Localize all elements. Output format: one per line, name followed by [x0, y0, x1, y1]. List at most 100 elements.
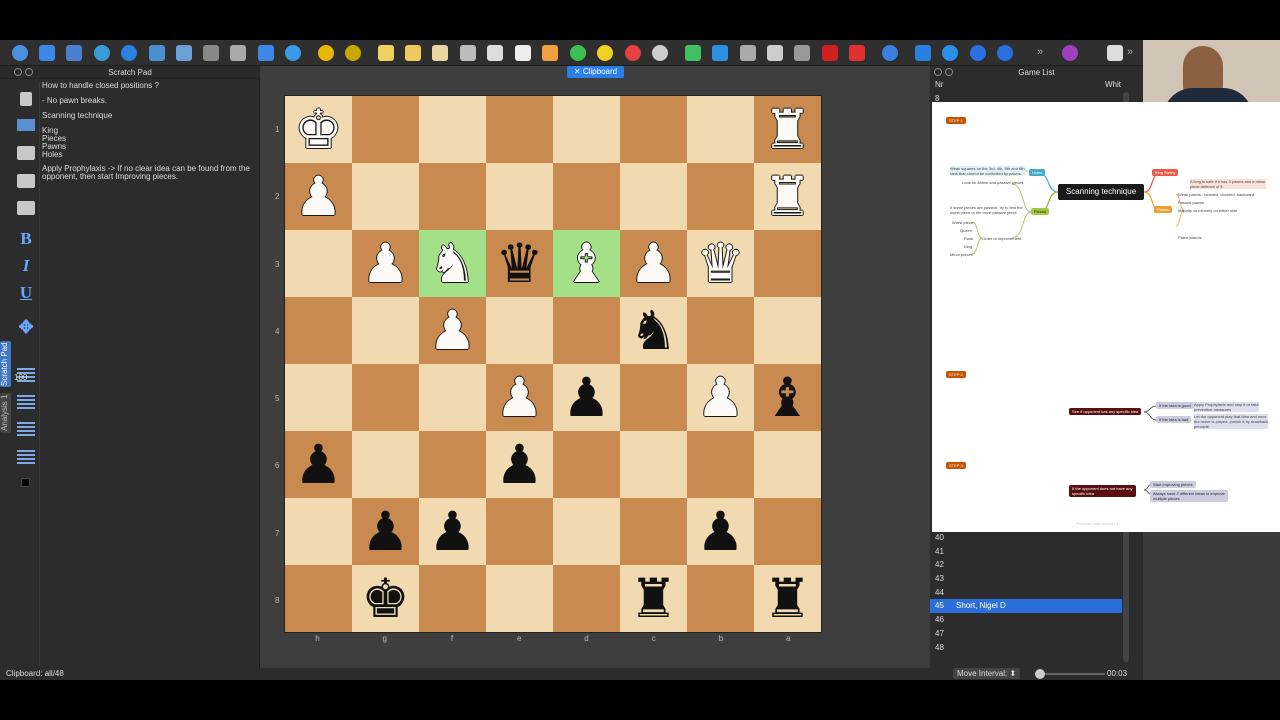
board-square[interactable]: ♟: [352, 498, 419, 565]
folder-icon[interactable]: [258, 45, 274, 61]
board-square[interactable]: [486, 163, 553, 230]
move-interval-select[interactable]: Move Interval: ⬍: [953, 668, 1021, 679]
board-square[interactable]: ♛: [687, 230, 754, 297]
black-knight-piece[interactable]: ♞: [629, 303, 677, 358]
board-square[interactable]: [553, 163, 620, 230]
board-square[interactable]: ♚: [285, 96, 352, 163]
disk-icon[interactable]: [203, 45, 219, 61]
board-square[interactable]: [419, 565, 486, 632]
open-folder-icon[interactable]: [39, 45, 55, 61]
italic-icon[interactable]: I: [17, 257, 35, 274]
pieces-icon[interactable]: [685, 45, 701, 61]
dots-icon[interactable]: [882, 45, 898, 61]
print-icon[interactable]: [17, 174, 35, 188]
print-icon[interactable]: [460, 45, 476, 61]
new-note-icon[interactable]: [378, 45, 394, 61]
tab-analysis-1[interactable]: Analysis 1: [0, 393, 11, 433]
sound-icon[interactable]: [942, 45, 958, 61]
underline-icon[interactable]: U: [17, 284, 35, 301]
board-square[interactable]: [352, 163, 419, 230]
black-pawn-piece[interactable]: ♟: [361, 504, 409, 559]
board-square[interactable]: [285, 230, 352, 297]
white-bishop-piece[interactable]: ♝: [562, 236, 610, 291]
game-list-row[interactable]: 47: [930, 627, 1122, 641]
document-icon[interactable]: [432, 45, 448, 61]
board-square[interactable]: ♜: [754, 565, 821, 632]
board-square[interactable]: [352, 364, 419, 431]
edit-icon[interactable]: [17, 119, 35, 131]
board-square[interactable]: [285, 297, 352, 364]
eraser-icon[interactable]: [230, 45, 246, 61]
board-square[interactable]: ♝: [754, 364, 821, 431]
engine-icon[interactable]: [712, 45, 728, 61]
board-square[interactable]: [285, 364, 352, 431]
redo-icon[interactable]: [345, 45, 361, 61]
interval-slider[interactable]: [1035, 673, 1105, 675]
white-pawn-piece[interactable]: ♟: [629, 236, 677, 291]
black-bishop-piece[interactable]: ♝: [763, 370, 811, 425]
zoom-value[interactable]: 100: [14, 373, 27, 382]
black-pawn-piece[interactable]: ♟: [696, 504, 744, 559]
camera-icon[interactable]: [515, 45, 531, 61]
board-square[interactable]: [419, 364, 486, 431]
align-center-icon[interactable]: [17, 395, 35, 411]
board-square[interactable]: [553, 431, 620, 498]
settings-gear-icon[interactable]: [12, 45, 28, 61]
board-square[interactable]: [553, 297, 620, 364]
close-icon[interactable]: [934, 68, 942, 76]
board-square[interactable]: [687, 565, 754, 632]
justify-icon[interactable]: [17, 450, 35, 466]
board-square[interactable]: [687, 297, 754, 364]
game-list-row[interactable]: 45 Short, Nigel D: [930, 599, 1122, 614]
board-square[interactable]: ♞: [419, 230, 486, 297]
font-down-icon[interactable]: [997, 45, 1013, 61]
board-square[interactable]: [419, 431, 486, 498]
board-square[interactable]: [553, 498, 620, 565]
board-square[interactable]: [754, 230, 821, 297]
font-up-icon[interactable]: [970, 45, 986, 61]
white-queen-piece[interactable]: ♛: [696, 236, 744, 291]
white-king-piece[interactable]: ♚: [294, 102, 342, 157]
close-icon[interactable]: [14, 68, 22, 76]
white-pawn-piece[interactable]: ♟: [361, 236, 409, 291]
board-square[interactable]: ♝: [553, 230, 620, 297]
black-pawn-piece[interactable]: ♟: [562, 370, 610, 425]
board-square[interactable]: ♟: [285, 431, 352, 498]
board-square[interactable]: ♞: [620, 297, 687, 364]
branch-icon[interactable]: [740, 45, 756, 61]
board-square[interactable]: ♟: [687, 498, 754, 565]
game-list-row[interactable]: 48: [930, 641, 1122, 655]
red-marker-icon[interactable]: [625, 45, 641, 61]
game-list-row[interactable]: 41: [930, 545, 1122, 559]
board-square[interactable]: ♟: [486, 431, 553, 498]
player-icon[interactable]: [149, 45, 165, 61]
board2-icon[interactable]: [849, 45, 865, 61]
black-pawn-piece[interactable]: ♟: [495, 437, 543, 492]
scratch-notes[interactable]: How to handle closed positions ? - No pa…: [42, 82, 254, 181]
game-list-row[interactable]: 46: [930, 613, 1122, 627]
flip-icon[interactable]: [915, 45, 931, 61]
board-square[interactable]: [486, 498, 553, 565]
align-right-icon[interactable]: [17, 422, 35, 438]
help-icon[interactable]: [285, 45, 301, 61]
board-square[interactable]: [553, 565, 620, 632]
board-square[interactable]: [352, 96, 419, 163]
white-pawn-piece[interactable]: ♟: [696, 370, 744, 425]
white-knight-piece[interactable]: ♞: [428, 236, 476, 291]
col-nr[interactable]: Nr: [935, 80, 943, 89]
copy-icon[interactable]: [487, 45, 503, 61]
green-marker-icon[interactable]: [570, 45, 586, 61]
grid-icon[interactable]: [794, 45, 810, 61]
save-icon[interactable]: [17, 146, 35, 160]
calendar-icon[interactable]: [17, 201, 35, 215]
overflow-chevron-icon[interactable]: »: [1037, 46, 1043, 58]
board-square[interactable]: [620, 96, 687, 163]
board-icon[interactable]: [822, 45, 838, 61]
note-icon[interactable]: [405, 45, 421, 61]
purple-app-icon[interactable]: [1062, 45, 1078, 61]
image-icon[interactable]: [176, 45, 192, 61]
board-square[interactable]: ♚: [352, 565, 419, 632]
chess-board[interactable]: ♚ ♜ ♟ ♜ ♟ ♞ ♛ ♝ ♟ ♛ ♟ ♞ ♟ ♟ ♟ ♝ ♟ ♟ ♟ ♟ ♟ ♚ ♜ ♜: [284, 95, 822, 633]
board-square[interactable]: ♜: [754, 96, 821, 163]
board-square[interactable]: [620, 364, 687, 431]
